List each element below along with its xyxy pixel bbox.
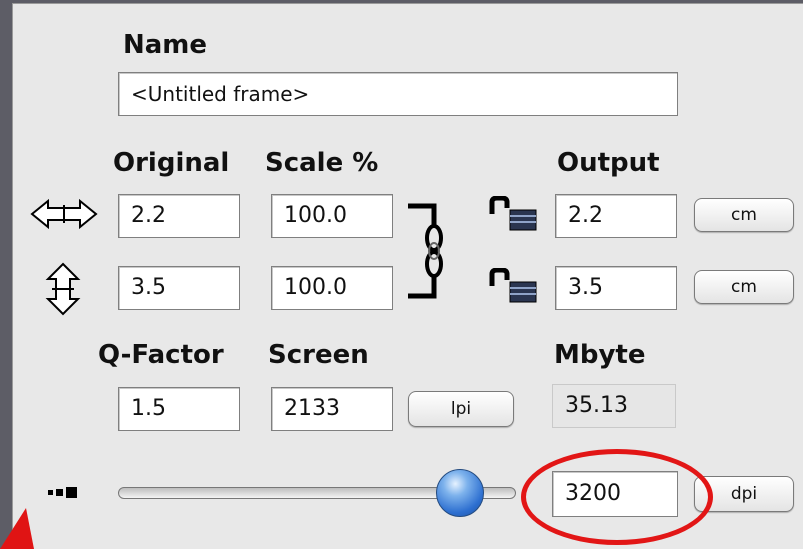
chain-link-icon[interactable] — [404, 202, 446, 300]
scale-width-input[interactable]: 100.0 — [271, 194, 393, 238]
screen-unit-button[interactable]: lpi — [408, 391, 514, 427]
size-scale-icon — [48, 487, 77, 498]
vertical-arrows-icon — [45, 262, 81, 316]
mbyte-label: Mbyte — [554, 340, 646, 370]
scale-label: Scale % — [265, 148, 379, 178]
unlocked-padlock-icon[interactable] — [488, 196, 538, 232]
width-unit-button[interactable]: cm — [694, 198, 794, 232]
qfactor-input[interactable]: 1.5 — [118, 387, 240, 431]
screen-input[interactable]: 2133 — [271, 387, 393, 431]
height-unit-button[interactable]: cm — [694, 270, 794, 304]
screen-label: Screen — [268, 340, 369, 370]
scale-height-input[interactable]: 100.0 — [271, 266, 393, 310]
highlight-circle — [521, 449, 713, 545]
qfactor-label: Q-Factor — [98, 340, 224, 370]
horizontal-arrows-icon — [30, 198, 98, 230]
mbyte-value: 35.13 — [552, 384, 676, 428]
original-height-input[interactable]: 3.5 — [118, 266, 240, 310]
unlocked-padlock-icon[interactable] — [488, 268, 538, 304]
resolution-slider-thumb[interactable] — [436, 469, 484, 517]
output-label: Output — [557, 148, 660, 178]
pointer-arrow-icon — [0, 508, 34, 549]
original-label: Original — [113, 148, 230, 178]
name-label: Name — [123, 30, 208, 60]
output-height-input[interactable]: 3.5 — [555, 266, 677, 310]
output-width-input[interactable]: 2.2 — [555, 194, 677, 238]
name-input[interactable]: <Untitled frame> — [118, 72, 678, 116]
original-width-input[interactable]: 2.2 — [118, 194, 240, 238]
